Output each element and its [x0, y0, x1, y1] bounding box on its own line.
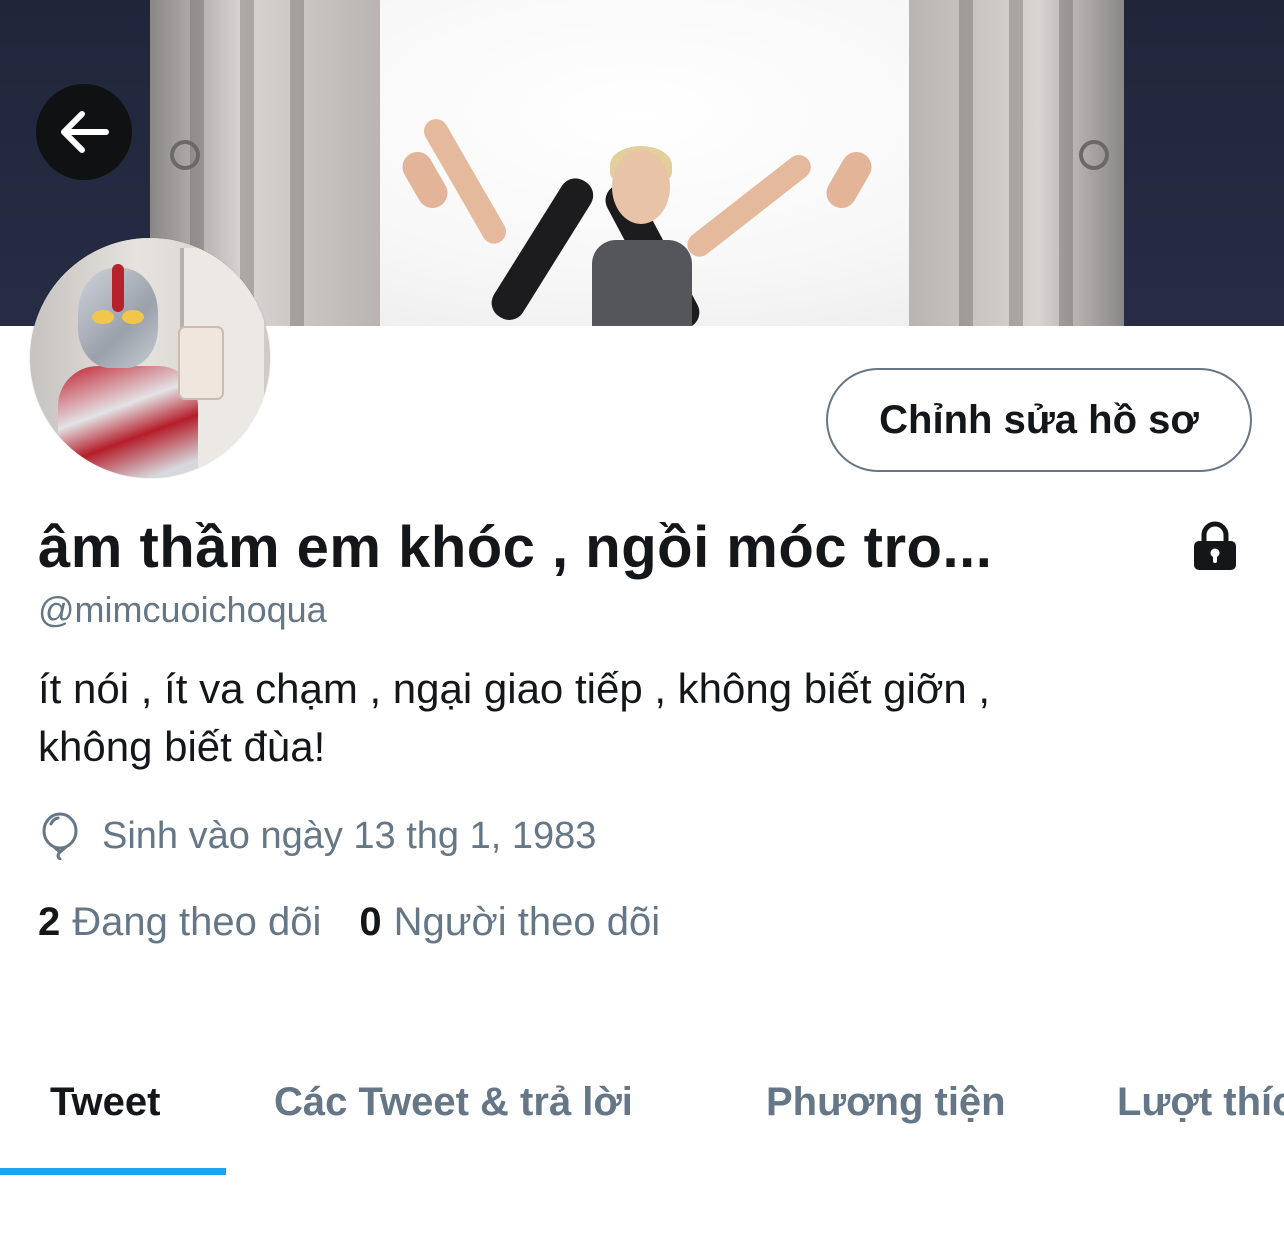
- door-panel: [1059, 0, 1073, 326]
- avatar-figure-eye: [92, 310, 114, 324]
- birthday-row: Sinh vào ngày 13 thg 1, 1983: [38, 812, 596, 860]
- avatar-figure-eye: [122, 310, 144, 324]
- followers-link[interactable]: 0 Người theo dõi: [359, 900, 660, 945]
- tab-media[interactable]: Phương tiện: [766, 1078, 1006, 1126]
- lock-icon: [1194, 521, 1236, 570]
- banner-person-head: [612, 150, 670, 224]
- bio: ít nói , ít va chạm , ngại giao tiếp , k…: [38, 660, 1238, 776]
- arrow-left-icon: [61, 111, 109, 153]
- door-panel: [290, 0, 304, 326]
- back-button[interactable]: [36, 84, 132, 180]
- following-count: 2: [38, 900, 61, 944]
- profile-tabs: Tweet Các Tweet & trả lời Phương tiện Lư…: [0, 1040, 1284, 1180]
- avatar-figure: [58, 258, 198, 478]
- bio-line: không biết đùa!: [38, 723, 326, 770]
- avatar-phone: [178, 326, 224, 400]
- door-ring: [1079, 140, 1109, 170]
- followers-label: Người theo dõi: [393, 900, 661, 944]
- tab-likes[interactable]: Lượt thích: [1117, 1078, 1284, 1126]
- tab-tweets-and-replies[interactable]: Các Tweet & trả lời: [274, 1078, 633, 1126]
- birthday-text: Sinh vào ngày 13 thg 1, 1983: [102, 814, 597, 857]
- followers-count: 0: [359, 900, 382, 944]
- display-name: âm thầm em khóc , ngồi móc tro...: [38, 515, 993, 580]
- avatar-figure-crest: [112, 264, 124, 312]
- door-panel: [1009, 0, 1023, 326]
- avatar[interactable]: [30, 238, 270, 478]
- balloon-icon: [42, 812, 78, 860]
- edit-profile-button[interactable]: Chỉnh sửa hồ sơ: [826, 368, 1252, 472]
- following-link[interactable]: 2 Đang theo dõi: [38, 900, 321, 945]
- bio-line: ít nói , ít va chạm , ngại giao tiếp , k…: [38, 665, 991, 712]
- banner-person: [590, 146, 700, 326]
- avatar-figure-body: [58, 366, 198, 478]
- following-label: Đang theo dõi: [72, 900, 322, 944]
- banner-door-right: [909, 0, 1124, 326]
- banner-person-body: [592, 240, 692, 326]
- active-tab-indicator: [0, 1168, 226, 1175]
- follow-stats: 2 Đang theo dõi 0 Người theo dõi: [38, 900, 698, 945]
- tab-tweets[interactable]: Tweet: [50, 1078, 160, 1126]
- door-panel: [959, 0, 973, 326]
- user-handle: @mimcuoichoqua: [38, 589, 327, 630]
- banner-wall-right: [1114, 0, 1284, 326]
- door-ring: [170, 140, 200, 170]
